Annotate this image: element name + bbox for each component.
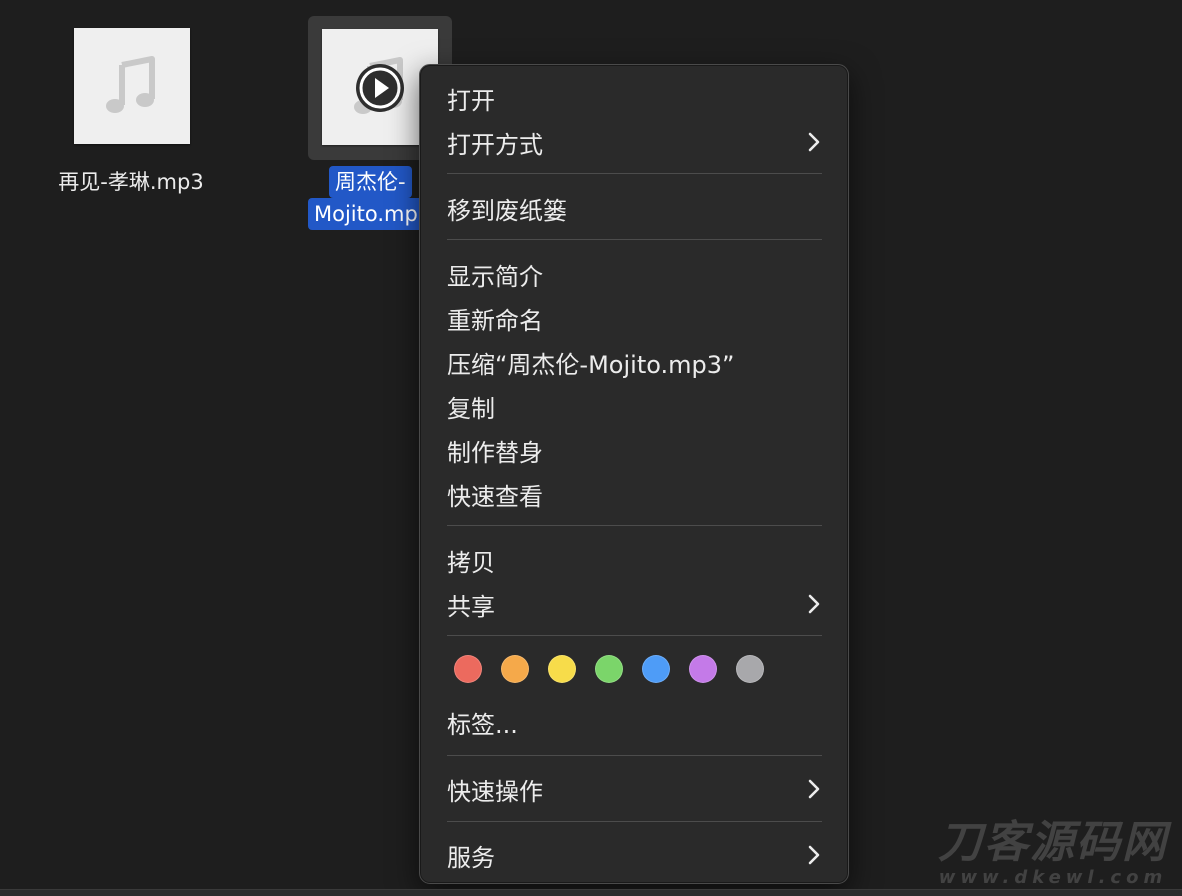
menu-item-label: 制作替身 (447, 438, 543, 467)
menu-item-open-with[interactable]: 打开方式 (420, 120, 848, 164)
menu-item-label: 服务 (447, 843, 495, 872)
tag-orange[interactable] (501, 655, 529, 683)
file-name-label-selected-line1[interactable]: 周杰伦- (329, 166, 412, 198)
menu-separator (447, 525, 822, 526)
menu-item-tags[interactable]: 标签... (420, 700, 848, 744)
menu-item-quick-actions[interactable]: 快速操作 (420, 767, 848, 811)
menu-separator (447, 635, 822, 636)
menu-item-duplicate[interactable]: 复制 (420, 384, 848, 428)
music-note-icon (74, 28, 190, 144)
watermark-url: www.dkewl.com (938, 867, 1168, 888)
chevron-right-icon (806, 131, 822, 153)
chevron-right-icon (806, 844, 822, 866)
menu-item-copy[interactable]: 拷贝 (420, 538, 848, 582)
menu-item-open[interactable]: 打开 (420, 76, 848, 120)
menu-item-get-info[interactable]: 显示简介 (420, 252, 848, 296)
file-name-label[interactable]: 再见-孝琳.mp3 (40, 166, 222, 198)
menu-item-label: 打开 (447, 86, 495, 115)
audio-thumbnail[interactable] (74, 28, 190, 144)
window-bottom-edge (0, 889, 1182, 896)
menu-separator (447, 755, 822, 756)
watermark-title: 刀客源码网 (938, 817, 1168, 868)
tag-blue[interactable] (642, 655, 670, 683)
menu-item-rename[interactable]: 重新命名 (420, 296, 848, 340)
desktop: 再见-孝琳.mp3 周杰伦- Mojito.mp 打开 打开方式 移到废纸篓 显… (0, 0, 1182, 896)
menu-item-label: 重新命名 (447, 306, 543, 335)
menu-item-label: 打开方式 (447, 130, 543, 159)
menu-item-label: 显示简介 (447, 262, 543, 291)
watermark: 刀客源码网 www.dkewl.com (938, 818, 1168, 888)
menu-item-move-to-trash[interactable]: 移到废纸篓 (420, 186, 848, 230)
menu-item-services[interactable]: 服务 (420, 833, 848, 877)
menu-item-label: 标签... (447, 710, 518, 739)
menu-item-label: 拷贝 (447, 548, 495, 577)
tag-green[interactable] (595, 655, 623, 683)
menu-item-label: 压缩“周杰伦-Mojito.mp3” (447, 350, 735, 379)
menu-separator (447, 821, 822, 822)
menu-item-label: 快速操作 (447, 777, 543, 806)
menu-item-label: 移到废纸篓 (447, 196, 567, 225)
menu-item-share[interactable]: 共享 (420, 582, 848, 626)
menu-separator (447, 173, 822, 174)
play-button-icon[interactable] (354, 62, 406, 114)
menu-item-compress[interactable]: 压缩“周杰伦-Mojito.mp3” (420, 340, 848, 384)
chevron-right-icon (806, 593, 822, 615)
tag-color-row (454, 655, 764, 687)
menu-item-label: 共享 (447, 592, 495, 621)
chevron-right-icon (806, 778, 822, 800)
tag-red[interactable] (454, 655, 482, 683)
menu-item-make-alias[interactable]: 制作替身 (420, 428, 848, 472)
menu-item-quick-look[interactable]: 快速查看 (420, 472, 848, 516)
file-name-label-selected-line2[interactable]: Mojito.mp (308, 198, 424, 230)
menu-item-label: 复制 (447, 394, 495, 423)
tag-yellow[interactable] (548, 655, 576, 683)
menu-item-label: 快速查看 (447, 482, 543, 511)
menu-separator (447, 239, 822, 240)
context-menu: 打开 打开方式 移到废纸篓 显示简介 重新命名 压缩“周杰伦-Mojito.mp… (419, 64, 849, 884)
tag-gray[interactable] (736, 655, 764, 683)
tag-purple[interactable] (689, 655, 717, 683)
